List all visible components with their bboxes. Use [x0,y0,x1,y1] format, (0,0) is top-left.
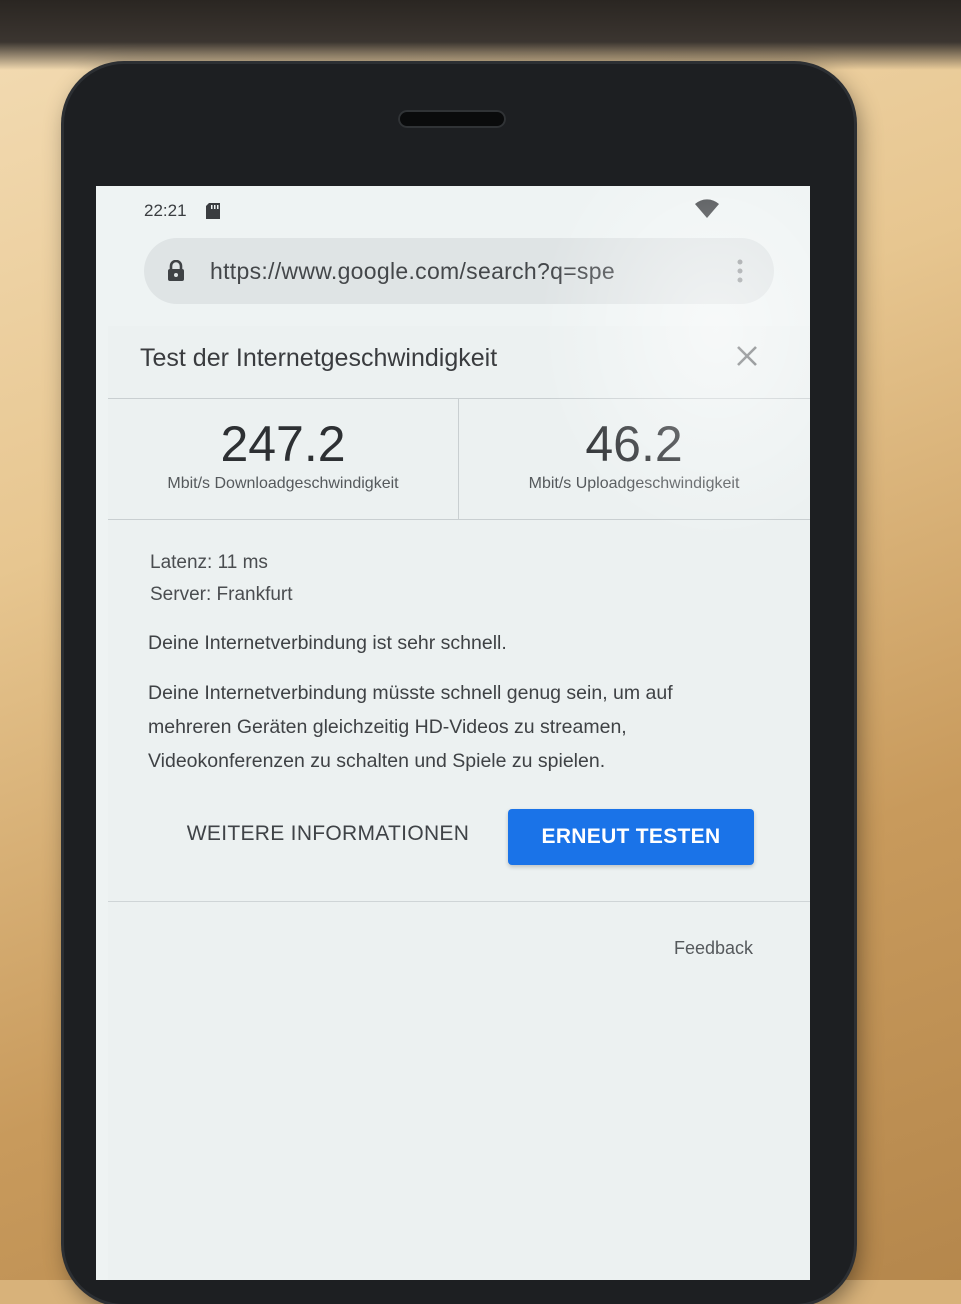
more-vert-icon[interactable] [736,258,744,284]
sd-card-icon [206,203,220,219]
download-result: 247.2 Mbit/s Downloadgeschwindigkeit [108,399,459,519]
desk-shadow [0,0,961,70]
description-line: mehreren Geräten gleichzeitig HD-Videos … [148,716,627,738]
description-text: Deine Internetverbindung müsste schnell … [148,676,778,778]
description-line: Deine Internetverbindung müsste schnell … [148,682,673,704]
status-time: 22:21 [144,201,187,220]
speedtest-card: Test der Internetgeschwindigkeit 247.2 M… [108,326,810,1280]
url-bar[interactable]: https://www.google.com/search?q=spe [144,238,774,304]
card-title: Test der Internetgeschwindigkeit [140,344,498,372]
close-icon[interactable] [734,343,760,369]
retest-button[interactable]: ERNEUT TESTEN [508,809,754,865]
download-label: Mbit/s Downloadgeschwindigkeit [167,475,399,492]
divider [108,901,810,902]
card-header: Test der Internetgeschwindigkeit [108,326,810,398]
latency-text: Latenz: 11 ms [150,552,268,573]
feedback-link[interactable]: Feedback [674,938,753,959]
status-bar: 22:21 [96,186,810,234]
speed-results: 247.2 Mbit/s Downloadgeschwindigkeit 46.… [108,398,810,520]
wifi-icon [695,199,719,218]
upload-result: 46.2 Mbit/s Uploadgeschwindigkeit [459,399,809,519]
phone-speaker [398,110,506,128]
upload-label: Mbit/s Uploadgeschwindigkeit [528,475,740,492]
summary-text: Deine Internetverbindung ist sehr schnel… [148,632,507,654]
server-text: Server: Frankfurt [150,584,293,605]
lock-icon [168,260,184,281]
download-value: 247.2 [220,416,346,472]
url-text: https://www.google.com/search?q=spe [210,258,615,284]
description-line: Videokonferenzen zu schalten und Spiele … [148,750,606,772]
phone-screen: 22:21 https://www.google.com/search?q=sp… [96,186,810,1280]
upload-value: 46.2 [585,416,683,472]
more-info-button[interactable]: WEITERE INFORMATIONEN [168,806,488,862]
